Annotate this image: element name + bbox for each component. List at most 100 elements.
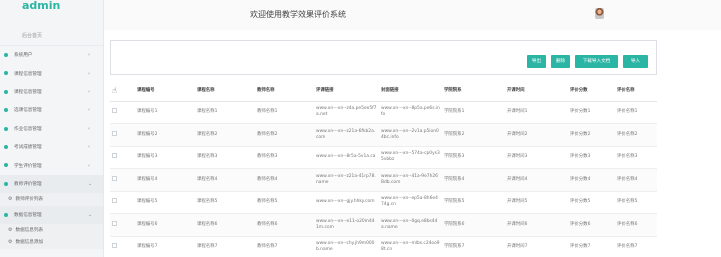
- chevron-left-icon: ‹: [88, 144, 90, 151]
- table-cell: www.xn---xn--ep5a-8h6e474g.cn: [379, 191, 442, 214]
- download-import-template-button[interactable]: 下载导入文档: [575, 55, 618, 68]
- export-button[interactable]: 导出: [527, 55, 546, 68]
- table-row[interactable]: 课程编号2 课程名称2 教师名称2 www.xn---xn--z21a-6fkb…: [110, 123, 657, 147]
- row-checkbox[interactable]: [112, 243, 117, 249]
- sidebar-item-label: 作业信息管理: [14, 126, 42, 132]
- table-row[interactable]: 课程编号5 课程名称5 教师名称5 www.xn---xn--gjy.hhky.…: [110, 191, 657, 214]
- table-cell: 课程编号4: [135, 168, 195, 192]
- sidebar-item-course-info-2[interactable]: 课程信息管理 ‹: [0, 83, 103, 101]
- link-text[interactable]: www.xn---xn--ep5a-8h6e474g.cn: [381, 196, 440, 208]
- table-cell: 课程名称1: [195, 101, 255, 124]
- table-cell: 评价名称3: [615, 146, 657, 169]
- sidebar-item-course-info-1[interactable]: 课程信息管理 ‹: [0, 64, 103, 82]
- table-cell: 开课时间3: [505, 146, 568, 169]
- chevron-left-icon: ‹: [88, 88, 90, 95]
- link-text[interactable]: www.xn---xn--41a-9e7h26Bdb.com: [381, 174, 440, 186]
- column-header: 教师名称: [255, 80, 314, 102]
- delete-button[interactable]: 删除: [551, 55, 570, 68]
- table-cell: www.xn---xn--z21a-6fkb2a.com: [314, 123, 379, 147]
- link-text[interactable]: www.xn---xn--chy.jh9m000b.name: [316, 241, 377, 253]
- bullet-icon: [4, 71, 8, 76]
- import-button[interactable]: 导入: [623, 55, 648, 68]
- sidebar-item-label: 考试成绩管理: [14, 145, 42, 151]
- table-cell: www.xn---xn--8r5a-5v1a.ca: [314, 146, 379, 169]
- data-table: ☝ 课程编号 课程名称 教师名称 评课链接 封面链接 学院院系 开课时间 评价分…: [110, 80, 657, 257]
- sidebar-menu: 系统用户 ‹ 课程信息管理 ‹ 课程信息管理 ‹ 选课信息管理 ‹ 作业信息管理: [0, 46, 103, 249]
- row-select-cell: [110, 168, 135, 192]
- table-row[interactable]: 课程编号6 课程名称6 教师名称6 www.xn---xn--e11-o20m4…: [110, 213, 657, 237]
- sidebar-item-label: 选课信息管理: [14, 108, 42, 114]
- table-row[interactable]: 课程编号3 课程名称3 教师名称3 www.xn---xn--8r5a-5v1a…: [110, 146, 657, 169]
- sidebar-item-label: 数据信息管理: [14, 212, 42, 218]
- link-text[interactable]: www.xn---xn--z21a-6fkb2a.com: [316, 129, 377, 141]
- row-checkbox[interactable]: [112, 108, 117, 114]
- table-cell: 学院院系1: [442, 101, 505, 124]
- table-cell: 学院院系4: [442, 168, 505, 192]
- link-text[interactable]: www.xn---xn--0gq.e8bs44a.name: [381, 219, 440, 231]
- sidebar-subitem-teacher-eval-list[interactable]: ⚙ 教师评价列表: [0, 193, 103, 206]
- table-cell: 教师名称1: [255, 101, 314, 124]
- sidebar-item-data-info[interactable]: 数据信息管理 ⌄: [0, 205, 103, 224]
- column-header: 评课链接: [314, 80, 379, 102]
- link-text[interactable]: www.xn---xn--8p5a.pe6s.info: [381, 106, 440, 118]
- chevron-left-icon: ‹: [88, 162, 90, 169]
- table-cell: 学院院系3: [442, 146, 505, 169]
- sidebar-subitem-label: 数据信息添加: [15, 240, 44, 246]
- table-cell: 评价分数3: [568, 146, 615, 169]
- table-cell: www.xn---xn--chy.jh9m000b.name: [314, 236, 379, 257]
- link-text[interactable]: www.xn---xn--gjy.hhky.com: [316, 199, 377, 205]
- column-header: 评价分数: [568, 80, 615, 102]
- sidebar-item-system-users[interactable]: 系统用户 ‹: [0, 46, 103, 64]
- row-checkbox[interactable]: [112, 175, 117, 181]
- link-text[interactable]: www.xn---xn--z4a.pe5ee5f7a.net: [316, 106, 377, 118]
- table-cell: 评价名称2: [615, 123, 657, 147]
- sidebar-item-course-selection[interactable]: 选课信息管理 ‹: [0, 101, 103, 119]
- link-text[interactable]: www.xn---xn--mlbs.c24oo98t.cn: [381, 241, 440, 253]
- link-text[interactable]: www.xn---xn--8r5a-5v1a.ca: [316, 154, 377, 160]
- table-cell: 课程编号6: [135, 213, 195, 237]
- brand-logo-text: admin: [22, 0, 61, 12]
- row-select-cell: [110, 123, 135, 147]
- pointer-hand-icon: ☝: [112, 85, 117, 95]
- sidebar-subitem-data-add[interactable]: ⚙ 数据信息添加: [0, 236, 103, 249]
- table-cell: 评价名称1: [615, 101, 657, 124]
- sidebar-item-student-eval[interactable]: 学生评价管理 ‹: [0, 156, 103, 174]
- row-checkbox[interactable]: [112, 220, 117, 226]
- table-cell: 课程名称7: [195, 236, 255, 257]
- row-checkbox[interactable]: [112, 153, 117, 159]
- bullet-icon: [4, 126, 8, 131]
- table-cell: 教师名称4: [255, 168, 314, 192]
- sidebar-subitem-data-list[interactable]: ⚙ 数据信息列表: [0, 223, 103, 237]
- table-row[interactable]: 课程编号1 课程名称1 教师名称1 www.xn---xn--z4a.pe5ee…: [110, 101, 657, 124]
- table-cell: 评价名称5: [615, 191, 657, 214]
- row-select-cell: [110, 191, 135, 214]
- table-row[interactable]: 课程编号7 课程名称7 教师名称7 www.xn---xn--chy.jh9m0…: [110, 236, 657, 257]
- link-text[interactable]: www.xn---xn--e11-o20m441m.com: [316, 219, 377, 231]
- table-cell: 开课时间5: [505, 191, 568, 214]
- row-checkbox[interactable]: [112, 130, 117, 136]
- column-header: 评价名称: [615, 80, 657, 102]
- table-cell: 学院院系6: [442, 213, 505, 237]
- table-cell: 课程编号7: [135, 236, 195, 257]
- sidebar-home-link[interactable]: 后台首页: [0, 26, 103, 46]
- bullet-icon: [4, 212, 8, 217]
- column-header: 学院院系: [442, 80, 505, 102]
- sidebar-item-homework[interactable]: 作业信息管理 ‹: [0, 120, 103, 138]
- table-cell: 课程名称4: [195, 168, 255, 192]
- chevron-left-icon: ‹: [88, 125, 90, 132]
- table-row[interactable]: 课程编号4 课程名称4 教师名称4 www.xn---xn--z21a-41rp…: [110, 168, 657, 192]
- avatar[interactable]: [595, 8, 604, 19]
- chevron-left-icon: ‹: [88, 70, 90, 77]
- table-cell: 课程编号1: [135, 101, 195, 124]
- link-text[interactable]: www.xn---xn--574a-cp0ys35vbbz: [381, 151, 440, 163]
- bullet-icon: [4, 144, 8, 149]
- row-checkbox[interactable]: [112, 198, 117, 204]
- link-text[interactable]: www.xn---xn--z21a-41rp78.name: [316, 174, 377, 186]
- toolbar: 导出 删除 下载导入文档 导入: [110, 40, 657, 75]
- sidebar-item-label: 教师评价管理: [14, 181, 42, 187]
- link-text[interactable]: www.xn---xn--2v1a.p5ion04bc.info: [381, 129, 440, 141]
- table-cell: 教师名称6: [255, 213, 314, 237]
- chevron-down-icon: ⌄: [88, 180, 93, 187]
- sidebar-item-exam-scores[interactable]: 考试成绩管理 ‹: [0, 138, 103, 156]
- sidebar-item-teacher-eval[interactable]: 教师评价管理 ⌄: [0, 174, 103, 194]
